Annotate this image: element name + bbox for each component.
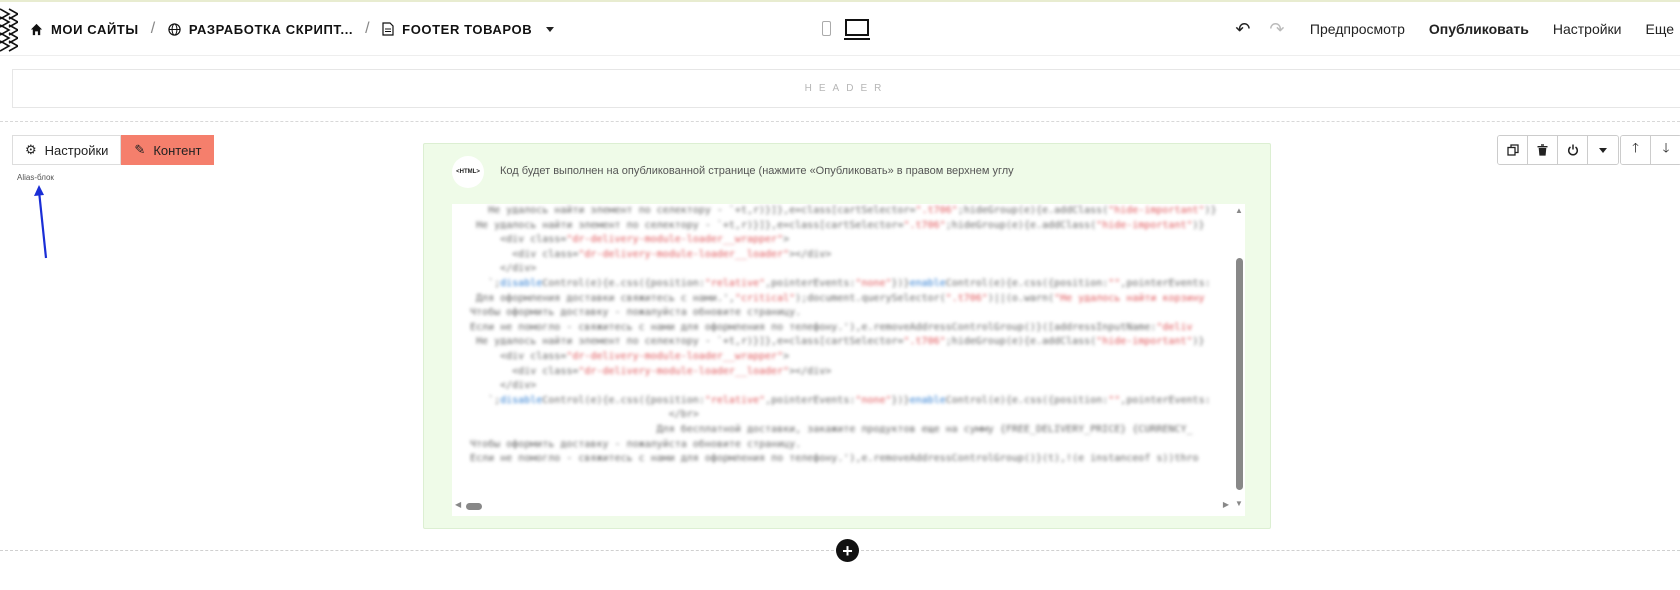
html-code-block[interactable]: <HTML> Код будет выполнен на опубликован… [423,143,1271,529]
section-divider [0,121,1680,122]
more-menu[interactable]: Еще [1646,21,1675,37]
block-actions [1497,135,1619,165]
crumb-my-sites[interactable]: МОИ САЙТЫ [30,22,139,37]
page-icon [382,22,394,36]
scrollbar-thumb[interactable] [466,503,482,510]
crumb-page[interactable]: FOOTER ТОВАРОВ [382,21,555,37]
tab-label: Настройки [44,142,109,158]
more-actions-button[interactable] [1588,136,1618,164]
mobile-view-icon[interactable] [822,21,831,36]
code-preview[interactable]: Не удалось найти элемент по селектору - … [452,204,1245,516]
arrow-up-icon: 🡑 [1632,140,1639,155]
breadcrumb-separator: / [365,20,371,37]
horizontal-scrollbar[interactable]: ◀ ▶ [452,500,1232,512]
html-badge: <HTML> [452,156,484,188]
chevron-down-icon[interactable] [546,26,555,32]
settings-link[interactable]: Настройки [1553,21,1622,37]
gear-icon: ⚙ [25,142,37,157]
html-notice: Код будет выполнен на опубликованной стр… [500,165,1014,177]
top-menu: ↶ ↷ Предпросмотр Опубликовать Настройки … [1232,2,1680,56]
move-up-button[interactable]: 🡑 [1621,136,1651,164]
preview-link[interactable]: Предпросмотр [1310,21,1405,37]
duplicate-button[interactable] [1498,136,1528,164]
delete-button[interactable] [1528,136,1558,164]
move-actions: 🡑 🡓 [1620,135,1680,165]
undo-icon[interactable]: ↶ [1232,18,1254,40]
plus-icon: + [842,540,853,561]
breadcrumb: МОИ САЙТЫ / РАЗРАБОТКА СКРИПТ... / FOOTE… [30,2,555,56]
add-block-button[interactable]: + [836,539,859,562]
desktop-view-icon[interactable] [844,19,870,40]
pencil-icon: ✎ [134,142,146,157]
copy-icon [1506,144,1519,156]
crumb-label: FOOTER ТОВАРОВ [402,21,533,37]
trash-icon [1537,144,1548,156]
vertical-scrollbar[interactable]: ▲ ▼ [1233,206,1245,508]
tab-content[interactable]: ✎ Контент [121,135,215,165]
toggle-visibility-button[interactable] [1558,136,1588,164]
alias-block-label: Alias-блок [17,173,54,182]
scroll-down-icon[interactable]: ▼ [1235,499,1243,508]
scroll-up-icon[interactable]: ▲ [1235,206,1243,215]
crumb-project[interactable]: РАЗРАБОТКА СКРИПТ... [168,22,353,37]
annotation-arrow-icon [34,185,48,259]
crumb-label: РАЗРАБОТКА СКРИПТ... [188,21,354,37]
header-placeholder[interactable]: HEADER [12,69,1680,108]
crumb-label: МОИ САЙТЫ [51,21,139,37]
globe-icon [168,22,181,36]
tab-settings[interactable]: ⚙ Настройки [12,135,122,165]
tab-label: Контент [153,142,202,158]
top-toolbar: МОИ САЙТЫ / РАЗРАБОТКА СКРИПТ... / FOOTE… [0,0,1680,56]
blurred-code-image: Не удалось найти элемент по селектору - … [464,205,1217,465]
device-switcher [822,19,870,40]
publish-button[interactable]: Опубликовать [1429,21,1529,37]
redo-icon[interactable]: ↷ [1266,18,1288,40]
home-icon [30,23,43,35]
scrollbar-thumb[interactable] [1236,258,1243,490]
chevron-down-icon [1599,147,1607,153]
logo-icon[interactable] [0,6,18,54]
scroll-right-icon[interactable]: ▶ [1223,500,1229,509]
block-tabs: ⚙ Настройки ✎ Контент [12,135,215,165]
power-icon [1567,144,1578,156]
arrow-down-icon: 🡓 [1662,140,1670,155]
breadcrumb-separator: / [150,20,156,37]
move-down-button[interactable]: 🡓 [1651,136,1680,164]
scroll-left-icon[interactable]: ◀ [455,500,461,509]
